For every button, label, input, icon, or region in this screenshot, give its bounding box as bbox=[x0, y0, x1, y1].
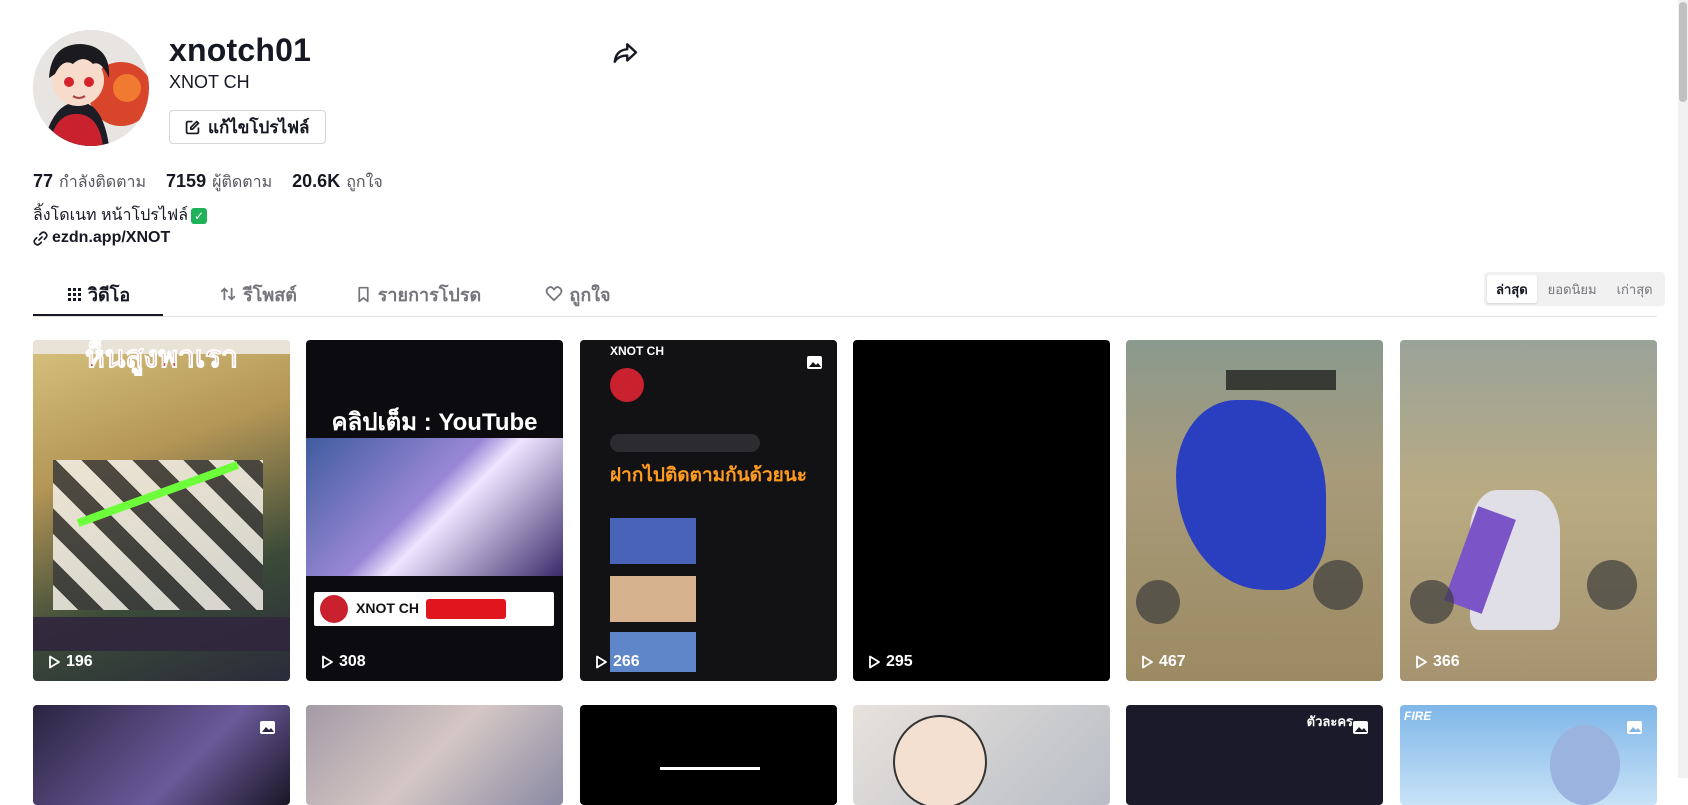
bio: ลิ้งโดเนท หน้าโปรไฟล์ ✓ bbox=[33, 203, 207, 228]
view-count-value: 295 bbox=[886, 653, 913, 670]
channel-name-overlay: XNOT CH bbox=[356, 600, 419, 616]
tab-underline bbox=[33, 314, 163, 316]
tab-reposts[interactable]: รีโพสต์ bbox=[193, 272, 323, 316]
repost-icon bbox=[220, 287, 236, 301]
view-count: 295 bbox=[867, 653, 913, 671]
view-count-value: 366 bbox=[1433, 653, 1460, 670]
grid-icon bbox=[67, 288, 81, 301]
tab-label: รายการโปรด bbox=[377, 284, 482, 305]
share-icon[interactable] bbox=[611, 38, 641, 68]
photo-icon bbox=[1625, 717, 1645, 742]
profile-stats: 77 กำลังติดตาม 7159 ผู้ติดตาม 20.6K ถูกใจ bbox=[33, 170, 383, 195]
tab-label: ถูกใจ bbox=[569, 284, 611, 305]
video-card[interactable] bbox=[33, 705, 290, 805]
nickname: XNOT CH bbox=[169, 72, 250, 92]
view-count-value: 467 bbox=[1159, 653, 1186, 670]
check-icon: ✓ bbox=[191, 207, 207, 224]
video-overlay-text: FIRE bbox=[1404, 709, 1432, 723]
play-icon bbox=[869, 655, 880, 669]
stat-label: ผู้ติดตาม bbox=[212, 174, 273, 191]
profile-header: xnotch01 XNOT CH แก้ไขโปรไฟล์ 77 กำลังติด… bbox=[33, 30, 1653, 255]
video-card[interactable]: 467 bbox=[1126, 340, 1383, 681]
play-icon bbox=[596, 655, 607, 669]
stat-following[interactable]: 77 กำลังติดตาม bbox=[33, 170, 146, 195]
sort-oldest[interactable]: เก่าสุด bbox=[1608, 275, 1662, 303]
edit-profile-button[interactable]: แก้ไขโปรไฟล์ bbox=[169, 110, 327, 144]
video-card[interactable]: 366 bbox=[1400, 340, 1657, 681]
video-card[interactable] bbox=[306, 705, 563, 805]
view-count: 196 bbox=[47, 653, 93, 671]
video-overlay-text: ฝากไปติดตามกันด้วยนะ bbox=[610, 465, 807, 486]
video-overlay-text: ห็นสูงพาเรา bbox=[84, 341, 239, 375]
view-count-value: 308 bbox=[339, 653, 366, 670]
tab-label: วิดีโอ bbox=[87, 284, 131, 305]
video-card[interactable] bbox=[580, 705, 837, 805]
sort-latest[interactable]: ล่าสุด bbox=[1487, 275, 1537, 303]
view-count-value: 196 bbox=[66, 653, 93, 670]
username: xnotch01 bbox=[169, 32, 312, 68]
view-count: 467 bbox=[1140, 653, 1186, 671]
stat-value: 77 bbox=[33, 171, 54, 191]
video-card[interactable]: XNOT CH ฝากไปติดตามกันด้วยนะ 266 bbox=[580, 340, 837, 681]
view-count: 266 bbox=[594, 653, 640, 671]
video-overlay-text: คลิปเต็ม : YouTube bbox=[331, 409, 538, 436]
photo-icon bbox=[805, 352, 825, 377]
bio-text: ลิ้งโดเนท หน้าโปรไฟล์ bbox=[33, 207, 188, 224]
profile-tabs: วิดีโอ รีโพสต์ รายการโปรด ถูกใจ bbox=[33, 272, 1657, 317]
video-card[interactable]: FIRE bbox=[1400, 705, 1657, 805]
view-count-value: 266 bbox=[613, 653, 640, 670]
play-icon bbox=[49, 655, 60, 669]
photo-icon bbox=[258, 717, 278, 742]
link-text: ezdn.app/XNOT bbox=[52, 229, 171, 246]
tab-favorites[interactable]: รายการโปรด bbox=[333, 272, 503, 316]
heart-icon bbox=[546, 286, 563, 302]
tab-liked[interactable]: ถูกใจ bbox=[523, 272, 633, 316]
play-icon bbox=[1416, 655, 1427, 669]
video-header-text: XNOT CH bbox=[610, 344, 664, 358]
stat-likes: 20.6K ถูกใจ bbox=[292, 170, 383, 195]
video-card[interactable]: ตัวละคร bbox=[1126, 705, 1383, 805]
stat-label: ถูกใจ bbox=[346, 174, 383, 191]
stat-followers[interactable]: 7159 ผู้ติดตาม bbox=[166, 170, 272, 195]
tab-videos[interactable]: วิดีโอ bbox=[33, 272, 163, 316]
tab-label: รีโพสต์ bbox=[243, 284, 297, 305]
play-icon bbox=[1142, 655, 1153, 669]
view-count: 366 bbox=[1414, 653, 1460, 671]
edit-icon bbox=[185, 120, 200, 134]
photo-icon bbox=[1351, 717, 1371, 742]
play-icon bbox=[322, 655, 333, 669]
avatar[interactable] bbox=[33, 30, 149, 146]
view-count: 308 bbox=[320, 653, 366, 671]
stat-label: กำลังติดตาม bbox=[59, 174, 147, 191]
edit-profile-label: แก้ไขโปรไฟล์ bbox=[208, 117, 310, 137]
profile-link[interactable]: ezdn.app/XNOT bbox=[33, 229, 170, 247]
sort-toggle: ล่าสุด ยอดนิยม เก่าสุด bbox=[1484, 272, 1665, 306]
link-icon bbox=[33, 230, 48, 246]
bookmark-icon bbox=[358, 286, 369, 302]
sort-popular[interactable]: ยอดนิยม bbox=[1539, 275, 1606, 303]
video-card[interactable] bbox=[853, 705, 1110, 805]
scrollbar[interactable] bbox=[1678, 0, 1688, 778]
video-overlay-text: ตัวละคร bbox=[1306, 714, 1353, 729]
video-card[interactable]: 295 bbox=[853, 340, 1110, 681]
stat-value: 7159 bbox=[166, 171, 207, 191]
scrollbar-thumb[interactable] bbox=[1679, 2, 1687, 102]
video-card[interactable]: ห็นสูงพาเรา 196 bbox=[33, 340, 290, 681]
stat-value: 20.6K bbox=[292, 171, 341, 191]
video-card[interactable]: คลิปเต็ม : YouTube XNOT CH 308 bbox=[306, 340, 563, 681]
